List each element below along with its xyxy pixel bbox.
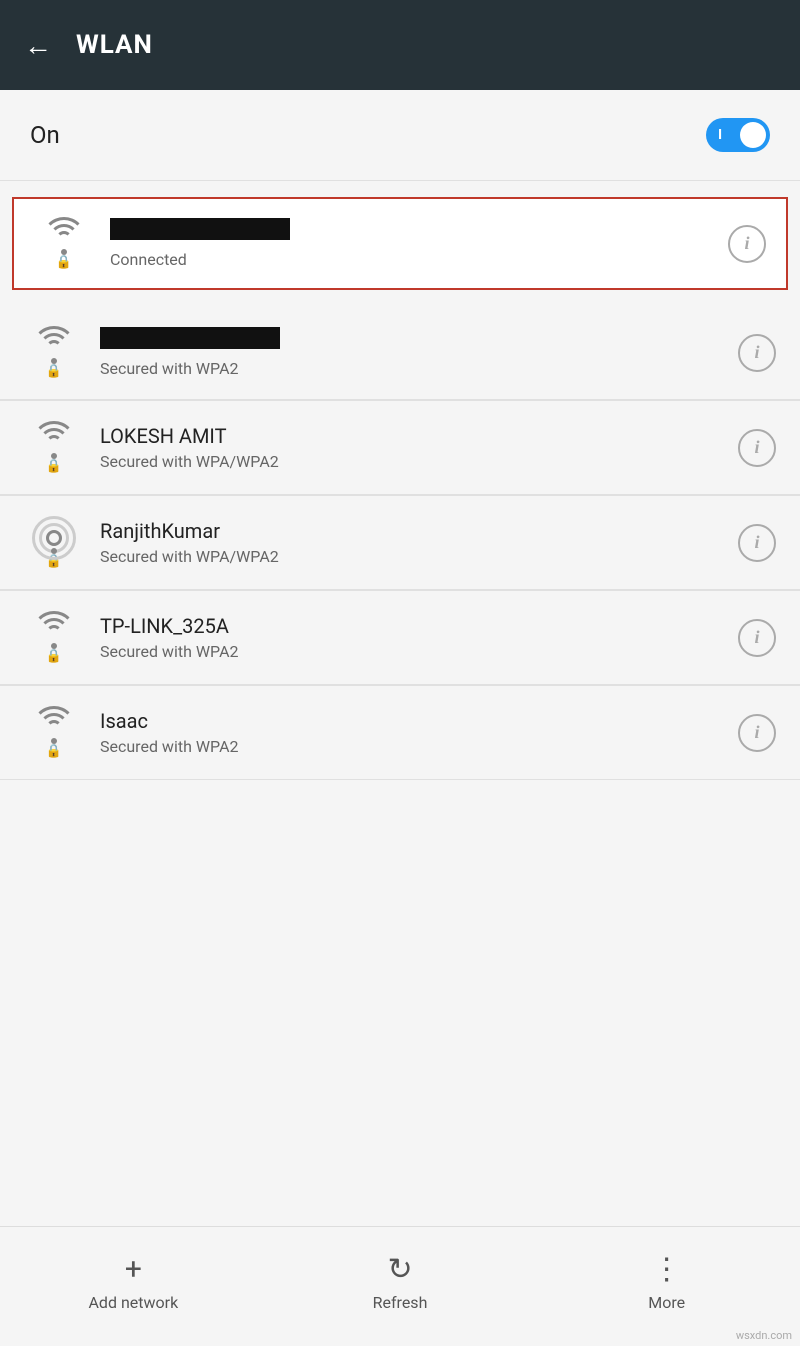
toggle-i-icon: I	[718, 127, 722, 143]
wifi-dot	[51, 643, 57, 649]
wifi-dot	[51, 548, 57, 554]
refresh-button[interactable]: ↻ Refresh	[267, 1255, 534, 1312]
network-info-button[interactable]: i	[738, 334, 776, 372]
network-item[interactable]: 🔒 Secured with WPA2 i	[0, 306, 800, 400]
wifi-arc-inner	[56, 231, 72, 247]
network-info-button[interactable]: i	[738, 714, 776, 752]
network-name: LOKESH AMIT	[100, 424, 738, 448]
network-info-button[interactable]: i	[738, 619, 776, 657]
wifi-dot	[51, 453, 57, 459]
network-item[interactable]: 🔒 LOKESH AMIT Secured with WPA/WPA2 i	[0, 401, 800, 495]
bottom-bar: + Add network ↻ Refresh ⋮ More	[0, 1226, 800, 1346]
refresh-icon: ↻	[387, 1255, 412, 1285]
add-network-icon: +	[125, 1255, 142, 1285]
network-security: Secured with WPA/WPA2	[100, 547, 738, 566]
network-item[interactable]: 🔒 Isaac Secured with WPA2 i	[0, 686, 800, 780]
wifi-dot	[51, 738, 57, 744]
wifi-icon	[32, 421, 76, 457]
wlan-status-label: On	[30, 121, 60, 149]
page-title: WLAN	[76, 30, 153, 60]
more-icon: ⋮	[652, 1255, 682, 1285]
network-name: RanjithKumar	[100, 519, 738, 543]
watermark: wsxdn.com	[736, 1329, 792, 1342]
connected-network-item[interactable]: 🔒 Connected i	[12, 197, 788, 290]
network-name: Isaac	[100, 709, 738, 733]
network-security: Secured with WPA2	[100, 359, 738, 378]
network-name: TP-LINK_325A	[100, 614, 738, 638]
network-info-button[interactable]: i	[738, 524, 776, 562]
wifi-arc-inner	[46, 625, 62, 641]
network-item[interactable]: 🔒 RanjithKumar Secured with WPA/WPA2 i	[0, 496, 800, 590]
connected-network-status: Connected	[110, 250, 728, 269]
wifi-dot	[61, 249, 67, 255]
wifi-icon-container: 🔒	[24, 421, 84, 474]
network-name-redacted	[100, 327, 280, 349]
connected-network-name-redacted	[110, 218, 290, 240]
network-security: Secured with WPA2	[100, 737, 738, 756]
network-security: Secured with WPA/WPA2	[100, 452, 738, 471]
wifi-icon-container: 🔒	[24, 516, 84, 569]
wifi-icon-container: 🔒	[24, 706, 84, 759]
refresh-label: Refresh	[373, 1293, 428, 1312]
connected-wifi-icon	[42, 217, 86, 253]
wifi-icon-weak	[32, 516, 76, 552]
network-info: Secured with WPA2	[100, 327, 738, 378]
wifi-arc-inner	[46, 530, 62, 546]
network-info: LOKESH AMIT Secured with WPA/WPA2	[100, 424, 738, 471]
more-button[interactable]: ⋮ More	[533, 1255, 800, 1312]
wifi-icon	[32, 611, 76, 647]
connected-network-info-button[interactable]: i	[728, 225, 766, 263]
wifi-arc-inner	[46, 720, 62, 736]
add-network-label: Add network	[88, 1293, 178, 1312]
header: ← WLAN	[0, 0, 800, 90]
wifi-dot	[51, 358, 57, 364]
network-info: Isaac Secured with WPA2	[100, 709, 738, 756]
wifi-arc-inner	[46, 340, 62, 356]
connected-wifi-icon-container: 🔒	[34, 217, 94, 270]
wifi-icon	[32, 706, 76, 742]
wifi-icon-container: 🔒	[24, 326, 84, 379]
wifi-icon	[32, 326, 76, 362]
network-info-button[interactable]: i	[738, 429, 776, 467]
back-button[interactable]: ←	[24, 29, 52, 62]
connected-network-info: Connected	[110, 218, 728, 269]
network-security: Secured with WPA2	[100, 642, 738, 661]
more-label: More	[648, 1293, 685, 1312]
network-item[interactable]: 🔒 TP-LINK_325A Secured with WPA2 i	[0, 591, 800, 685]
wifi-icon-container: 🔒	[24, 611, 84, 664]
wifi-arc-inner	[46, 435, 62, 451]
network-info: RanjithKumar Secured with WPA/WPA2	[100, 519, 738, 566]
add-network-button[interactable]: + Add network	[0, 1255, 267, 1312]
network-list: 🔒 Connected i 🔒 Secured with WPA2 i	[0, 181, 800, 1226]
wlan-toggle-row: On I	[0, 90, 800, 181]
network-info: TP-LINK_325A Secured with WPA2	[100, 614, 738, 661]
wlan-toggle[interactable]: I	[706, 118, 770, 152]
